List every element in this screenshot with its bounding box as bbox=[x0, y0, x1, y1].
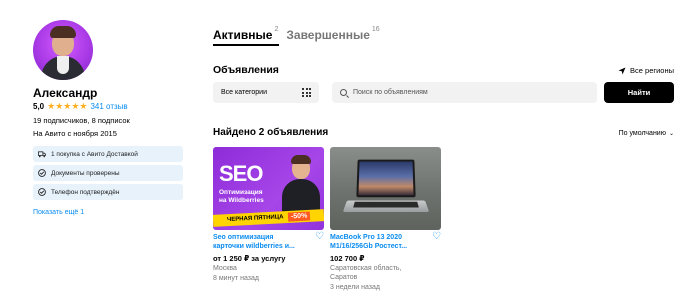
section-title: Объявления bbox=[213, 64, 279, 76]
card-title-link[interactable]: MacBook Pro 13 2020 M1/16/256Gb Ростест.… bbox=[330, 233, 426, 251]
tab-active[interactable]: Активные 2 bbox=[213, 26, 279, 42]
document-check-icon bbox=[38, 169, 46, 177]
truck-icon bbox=[38, 150, 46, 158]
chevron-down-icon: ⌄ bbox=[668, 131, 674, 137]
reviews-link[interactable]: 341 отзыв bbox=[90, 102, 127, 111]
banner-headline: SEO bbox=[219, 161, 263, 186]
badge-phone: Телефон подтверждён bbox=[33, 184, 183, 200]
rating-stars-icon: ★★★★★ bbox=[47, 101, 88, 111]
badge-label: Документы проверены bbox=[51, 169, 120, 177]
laptop-keyboard bbox=[353, 201, 419, 208]
banner-person-image bbox=[282, 155, 320, 219]
verification-badges: 1 покупка с Авито Доставкой Документы пр… bbox=[33, 146, 183, 203]
badge-label: 1 покупка с Авито Доставкой bbox=[51, 150, 138, 158]
listing-image[interactable]: SEO Оптимизация на Wildberries ЧЕРНАЯ ПЯТ… bbox=[213, 147, 324, 230]
listing-tabs: Активные 2 Завершенные 16 bbox=[213, 26, 380, 42]
results-count: Найдено 2 объявления bbox=[213, 127, 329, 138]
badge-delivery: 1 покупка с Авито Доставкой bbox=[33, 146, 183, 162]
grid-icon bbox=[302, 88, 311, 97]
tab-label: Завершенные bbox=[286, 28, 370, 42]
card-time: 3 недели назад bbox=[330, 284, 380, 291]
user-name: Александр bbox=[33, 86, 98, 100]
card-title-row: Seo оптимизация карточки wildberries и..… bbox=[213, 232, 324, 251]
member-since: На Авито с ноября 2015 bbox=[33, 129, 117, 138]
banner-subtext: Оптимизация на Wildberries bbox=[219, 189, 264, 204]
card-title-link[interactable]: Seo оптимизация карточки wildberries и..… bbox=[213, 233, 309, 251]
favorite-heart-icon[interactable]: ♡ bbox=[432, 232, 441, 242]
filter-row: Все категории Поиск по объявлениям Найти bbox=[213, 82, 674, 103]
phone-check-icon bbox=[38, 188, 46, 196]
tab-label: Активные bbox=[213, 28, 273, 42]
badge-label: Телефон подтверждён bbox=[51, 188, 120, 196]
category-select[interactable]: Все категории bbox=[213, 82, 319, 103]
rating-row: 5,0 ★★★★★ 341 отзыв bbox=[33, 101, 128, 112]
card-location: Саратовская область, Саратов bbox=[330, 265, 402, 281]
search-icon bbox=[340, 89, 347, 96]
card-price: от 1 250 ₽ за услугу bbox=[213, 254, 286, 263]
find-button[interactable]: Найти bbox=[604, 82, 674, 103]
tab-completed[interactable]: Завершенные 16 bbox=[286, 26, 380, 42]
avatar[interactable] bbox=[33, 20, 93, 80]
location-arrow-icon bbox=[618, 67, 626, 74]
rating-score: 5,0 bbox=[33, 102, 45, 111]
card-time: 8 минут назад bbox=[213, 275, 259, 282]
region-selector[interactable]: Все регионы bbox=[618, 66, 674, 75]
listing-card[interactable]: MacBook Pro 13 2020 M1/16/256Gb Ростест.… bbox=[330, 147, 441, 292]
category-select-value: Все категории bbox=[221, 89, 267, 96]
favorite-heart-icon[interactable]: ♡ bbox=[315, 232, 324, 242]
active-tab-indicator bbox=[213, 44, 279, 46]
sort-label: По умолчанию bbox=[618, 130, 666, 137]
tab-count: 16 bbox=[371, 26, 380, 33]
search-placeholder: Поиск по объявлениям bbox=[353, 89, 428, 96]
card-location: Москва bbox=[213, 265, 237, 272]
banner-discount: -50% bbox=[287, 211, 311, 222]
badge-documents: Документы проверены bbox=[33, 165, 183, 181]
region-label: Все регионы bbox=[630, 66, 674, 75]
laptop-screen bbox=[356, 159, 416, 198]
listing-image[interactable] bbox=[330, 147, 441, 230]
card-price: 102 700 ₽ bbox=[330, 254, 365, 263]
sort-select[interactable]: По умолчанию ⌄ bbox=[619, 130, 674, 137]
card-title-row: MacBook Pro 13 2020 M1/16/256Gb Ростест.… bbox=[330, 232, 441, 251]
tab-count: 2 bbox=[274, 26, 279, 33]
show-more-link[interactable]: Показать ещё 1 bbox=[33, 209, 84, 216]
listing-card[interactable]: SEO Оптимизация на Wildberries ЧЕРНАЯ ПЯТ… bbox=[213, 147, 324, 283]
search-input[interactable]: Поиск по объявлениям bbox=[332, 82, 597, 103]
subscribers-info[interactable]: 19 подписчиков, 8 подписок bbox=[33, 116, 130, 125]
